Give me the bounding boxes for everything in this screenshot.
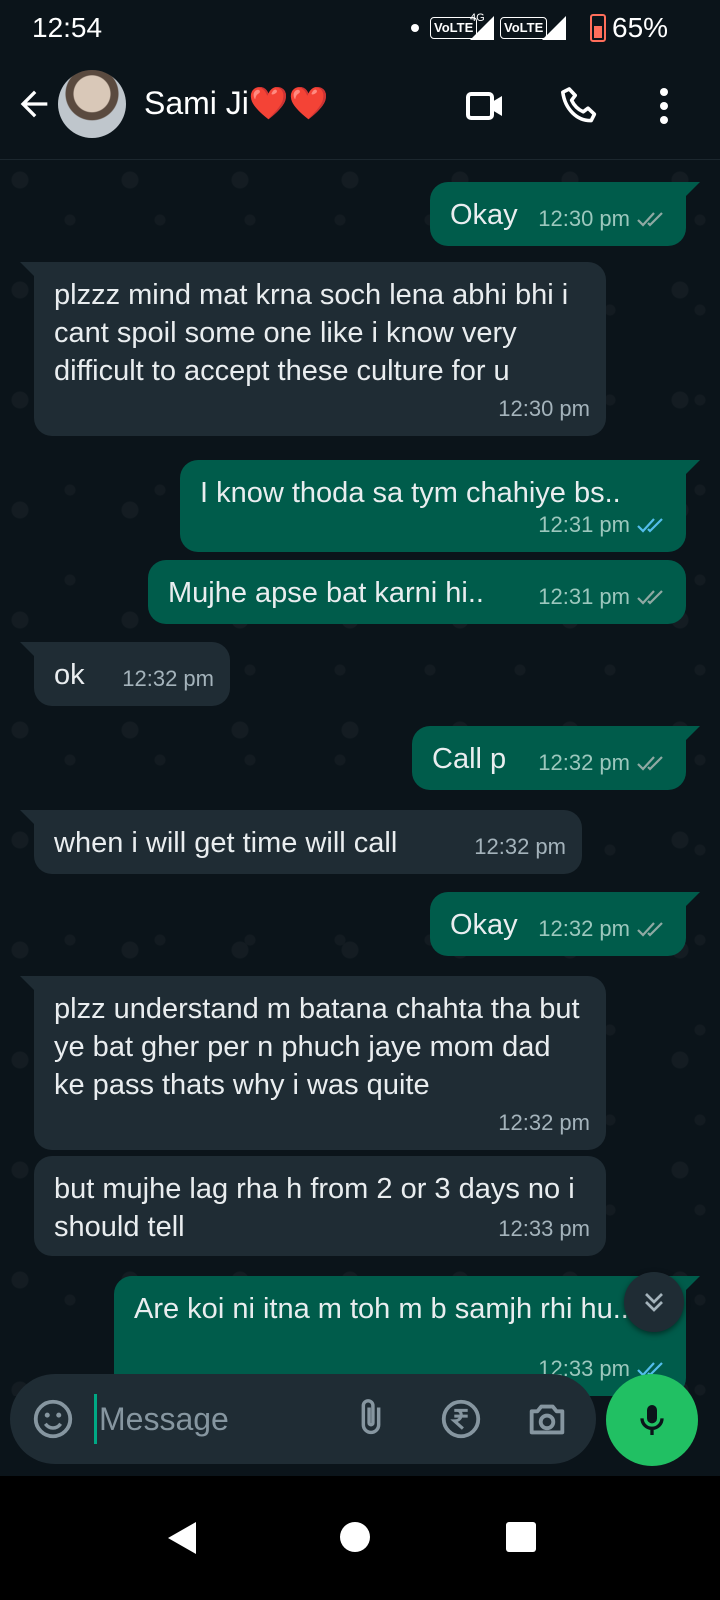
message-time: 12:32 pm [122, 666, 214, 691]
message-bubble-in[interactable]: when i will get time will call 12:32 pm [20, 810, 582, 874]
attach-icon[interactable] [348, 1396, 394, 1442]
message-bubble-out[interactable]: Mujhe apse bat karni hi.. 12:31 pm [148, 560, 686, 624]
message-meta: 12:32 pm [538, 910, 670, 948]
video-call-icon[interactable] [462, 82, 510, 130]
back-arrow-icon[interactable] [14, 84, 54, 124]
status-time: 12:54 [32, 12, 103, 43]
message-time: 12:33 pm [498, 1216, 590, 1241]
sticker-icon[interactable] [30, 1396, 76, 1442]
scroll-down-icon [645, 1293, 663, 1312]
message-meta: 12:30 pm [498, 390, 590, 428]
message-time: 12:32 pm [498, 1110, 590, 1135]
signal-icon-2 [542, 16, 566, 40]
message-bubble-in[interactable]: plzz understand m batana chahta tha but … [20, 976, 606, 1150]
message-bubble-out[interactable]: Call p 12:32 pm [412, 726, 700, 790]
message-bubble-out[interactable]: Okay 12:30 pm [430, 182, 700, 246]
scroll-down-button[interactable] [624, 1272, 684, 1332]
contact-name[interactable]: Sami Ji❤️❤️ [144, 84, 329, 122]
message-time: 12:31 pm [538, 584, 630, 609]
avatar[interactable] [58, 70, 126, 138]
read-ticks-icon [637, 518, 663, 533]
message-meta: 12:33 pm [498, 1210, 590, 1248]
more-options-icon[interactable] [640, 82, 688, 130]
message-text: Are koi ni itna m toh m b samjh rhi hu..… [134, 1293, 637, 1325]
notification-dot-icon [411, 24, 419, 32]
message-bubble-out[interactable]: Okay 12:32 pm [430, 892, 700, 956]
message-bubble-out[interactable]: I know thoda sa tym chahiye bs.. 12:31 p… [180, 460, 700, 552]
message-meta: 12:31 pm [538, 578, 670, 616]
mic-button[interactable] [606, 1374, 698, 1466]
message-meta: 12:30 pm [538, 200, 670, 238]
volte-badge-2: VoLTE [500, 17, 548, 39]
delivered-ticks-icon [637, 922, 663, 937]
chat-area[interactable]: Okay 12:30 pm plzzz mind mat krna soch l… [0, 160, 720, 1396]
message-composer [10, 1374, 596, 1464]
message-time: 12:31 pm [538, 512, 630, 537]
message-meta: 12:32 pm [122, 660, 214, 698]
nav-back-icon[interactable] [168, 1522, 196, 1554]
message-meta: 12:31 pm [538, 506, 670, 544]
message-time: 12:30 pm [498, 396, 590, 421]
status-bar: 12:54 VoLTE 4G VoLTE 65% [0, 0, 720, 56]
message-input[interactable] [94, 1394, 334, 1444]
message-text: plzzz mind mat krna soch lena abhi bhi i… [54, 279, 569, 387]
message-time: 12:32 pm [538, 916, 630, 941]
nav-home-icon[interactable] [340, 1522, 370, 1552]
battery-icon [590, 14, 606, 42]
voice-call-icon[interactable] [556, 82, 604, 130]
message-text: plzz understand m batana chahta tha but … [54, 993, 580, 1101]
message-meta: 12:32 pm [498, 1104, 590, 1142]
message-meta: 12:32 pm [474, 828, 566, 866]
message-bubble-in[interactable]: plzzz mind mat krna soch lena abhi bhi i… [20, 262, 606, 436]
rupee-payment-icon[interactable] [438, 1396, 484, 1442]
chat-header: Sami Ji❤️❤️ [0, 56, 720, 160]
system-nav-bar [0, 1476, 720, 1600]
message-bubble-in[interactable]: but mujhe lag rha h from 2 or 3 days no … [34, 1156, 606, 1256]
message-time: 12:32 pm [538, 750, 630, 775]
delivered-ticks-icon [637, 212, 663, 227]
battery-percent: 65% [612, 12, 669, 43]
delivered-ticks-icon [637, 756, 663, 771]
message-time: 12:32 pm [474, 834, 566, 859]
message-meta: 12:32 pm [538, 744, 670, 782]
message-time: 12:30 pm [538, 206, 630, 231]
nav-recents-icon[interactable] [506, 1522, 536, 1552]
delivered-ticks-icon [637, 590, 663, 605]
signal-icon [470, 16, 494, 40]
camera-icon[interactable] [524, 1396, 570, 1442]
mic-icon [640, 1405, 664, 1435]
message-bubble-in[interactable]: ok 12:32 pm [20, 642, 230, 706]
